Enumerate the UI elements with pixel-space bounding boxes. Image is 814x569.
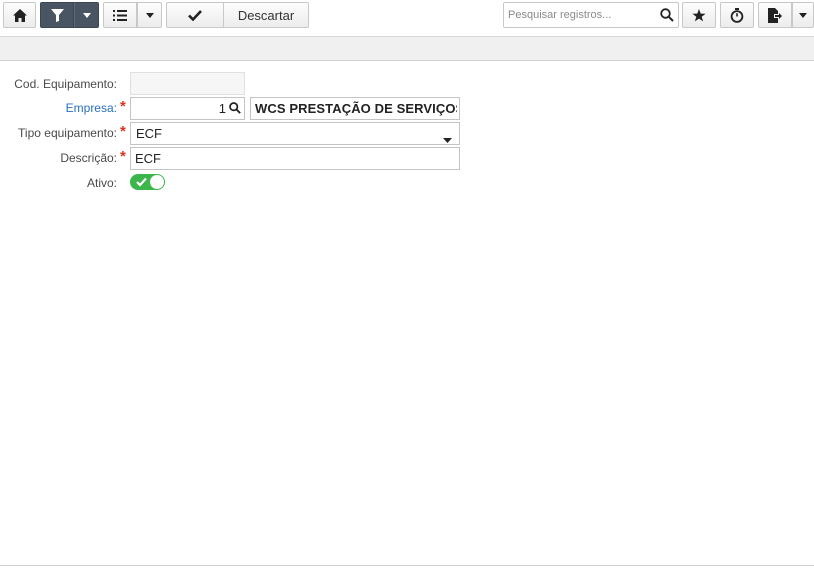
list-view-dropdown-button[interactable] xyxy=(137,2,162,28)
check-icon xyxy=(188,9,202,21)
ativo-toggle[interactable] xyxy=(130,174,165,190)
equipment-form: Cod. Equipamento: Empresa: * 1 WCS PREST… xyxy=(0,62,814,565)
star-icon xyxy=(692,8,706,21)
descricao-label: Descrição: xyxy=(60,151,117,165)
filter-icon xyxy=(50,8,64,22)
descricao-field[interactable]: ECF xyxy=(130,147,460,170)
descricao-value: ECF xyxy=(135,151,161,166)
empresa-code-value: 1 xyxy=(218,101,226,116)
ativo-label: Ativo: xyxy=(86,176,117,190)
search-icon[interactable] xyxy=(660,8,674,25)
empresa-name-field: WCS PRESTAÇÃO DE SERVIÇOS xyxy=(250,97,460,120)
cod-equipamento-label: Cod. Equipamento: xyxy=(14,77,117,91)
timer-button[interactable] xyxy=(720,2,754,28)
caret-down-icon xyxy=(145,12,154,18)
caret-down-icon xyxy=(799,12,807,18)
bottom-divider xyxy=(0,565,814,566)
discard-button[interactable]: Descartar xyxy=(223,2,309,28)
empresa-name-value: WCS PRESTAÇÃO DE SERVIÇOS xyxy=(255,101,457,116)
export-dropdown-button[interactable] xyxy=(792,2,814,28)
home-icon xyxy=(12,8,27,22)
required-marker: * xyxy=(120,148,126,165)
tipo-equipamento-label: Tipo equipamento: xyxy=(18,126,117,140)
caret-down-icon[interactable] xyxy=(443,132,452,146)
filter-button[interactable] xyxy=(40,2,74,28)
required-marker: * xyxy=(120,98,126,115)
document-export-icon xyxy=(768,7,782,23)
search-icon[interactable] xyxy=(229,102,241,117)
required-marker: * xyxy=(120,123,126,140)
tipo-equipamento-select[interactable]: ECF xyxy=(130,122,460,145)
stopwatch-icon xyxy=(730,7,744,23)
discard-button-label: Descartar xyxy=(237,7,295,23)
search-box xyxy=(503,2,679,28)
empresa-label-link[interactable]: Empresa: xyxy=(66,101,117,115)
favorite-button[interactable] xyxy=(682,2,716,28)
list-view-button[interactable] xyxy=(103,2,137,28)
home-button[interactable] xyxy=(3,2,36,28)
caret-down-icon xyxy=(82,12,91,18)
empresa-code-field[interactable]: 1 xyxy=(130,97,245,120)
export-button[interactable] xyxy=(758,2,792,28)
confirm-button[interactable] xyxy=(166,2,224,28)
tipo-equipamento-value: ECF xyxy=(136,126,162,141)
search-input[interactable] xyxy=(508,6,656,24)
check-icon xyxy=(136,176,147,190)
list-icon xyxy=(113,9,127,21)
toggle-knob xyxy=(150,175,164,189)
secondary-toolbar xyxy=(0,36,814,61)
filter-dropdown-button[interactable] xyxy=(74,2,99,28)
cod-equipamento-field xyxy=(130,72,245,95)
toolbar: Descartar xyxy=(0,0,814,36)
